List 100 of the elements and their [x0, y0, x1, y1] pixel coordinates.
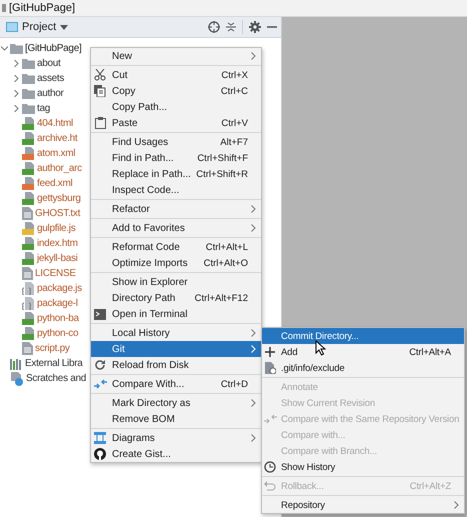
- tree-item[interactable]: about: [37, 58, 61, 69]
- scissors-icon: [94, 69, 106, 81]
- menu-item[interactable]: Mark Directory as: [91, 395, 261, 411]
- tree-item[interactable]: package-l: [37, 298, 78, 309]
- menu-item[interactable]: Show History: [262, 459, 464, 475]
- undo-arrow-icon: [264, 480, 276, 492]
- tree-item[interactable]: index.htm: [37, 238, 78, 249]
- tree-item[interactable]: author_arc: [37, 163, 82, 174]
- tree-item[interactable]: atom.xml: [37, 148, 76, 159]
- shortcut-text: Ctrl+Alt+O: [204, 258, 248, 268]
- menu-item[interactable]: Find Usages Alt+F7: [91, 134, 261, 150]
- html-file-icon: [22, 327, 35, 340]
- tree-item[interactable]: assets: [37, 73, 64, 84]
- tree-item[interactable]: jekyll-basi: [37, 253, 78, 264]
- html-file-icon: [22, 132, 35, 145]
- scratches-icon: [10, 372, 24, 386]
- shortcut-text: Ctrl+D: [220, 378, 248, 390]
- tree-item[interactable]: gettysburg: [37, 193, 81, 204]
- terminal-icon: [94, 308, 106, 320]
- menu-item[interactable]: Open in Terminal: [91, 306, 261, 322]
- tree-item[interactable]: archive.ht: [37, 133, 78, 144]
- menu-item[interactable]: Commit Directory...: [262, 328, 464, 344]
- window-icon: [2, 4, 6, 12]
- menu-item[interactable]: Inspect Code...: [91, 182, 261, 198]
- tree-item[interactable]: [GitHubPage]: [25, 43, 82, 54]
- tree-item[interactable]: author: [37, 88, 64, 99]
- xml-file-icon: [22, 177, 35, 190]
- js-file-icon: [22, 222, 35, 235]
- copy-icon: [94, 85, 106, 97]
- html-file-icon: [22, 117, 35, 130]
- text-file-icon: [22, 342, 33, 355]
- menu-item[interactable]: Repository: [262, 497, 464, 513]
- shortcut-text: Alt+F7: [220, 136, 248, 148]
- mouse-cursor-icon: [315, 340, 326, 356]
- menu-item[interactable]: Reformat Code Ctrl+Alt+L: [91, 239, 261, 255]
- tree-item[interactable]: feed.xml: [37, 178, 72, 189]
- menu-item[interactable]: .git/info/exclude: [262, 360, 464, 376]
- window-title: [GitHubPage]: [9, 2, 76, 14]
- html-file-icon: [22, 252, 35, 265]
- xml-file-icon: [22, 147, 35, 160]
- settings-icon: [249, 21, 261, 33]
- folder-icon: [22, 103, 35, 114]
- menu-item[interactable]: Optimize Imports Ctrl+Alt+O: [91, 255, 261, 271]
- menu-item[interactable]: New: [91, 48, 261, 64]
- shortcut-text: Ctrl+Alt+Z: [410, 480, 451, 492]
- folder-icon: [22, 58, 35, 69]
- menu-item[interactable]: Compare With... Ctrl+D: [91, 376, 261, 392]
- menu-item[interactable]: Local History: [91, 325, 261, 341]
- menu-item[interactable]: Create Gist...: [91, 446, 261, 462]
- menu-item[interactable]: Refactor: [91, 201, 261, 217]
- clipboard-icon: [94, 117, 106, 129]
- menu-item[interactable]: Copy Path...: [91, 99, 261, 115]
- shortcut-text: Ctrl+Shift+R: [196, 168, 248, 180]
- folder-icon: [22, 88, 35, 99]
- tree-item[interactable]: 404.html: [37, 118, 73, 129]
- tree-item[interactable]: External Libra: [25, 358, 82, 369]
- project-view-dropdown[interactable]: Project: [4, 21, 70, 33]
- menu-item[interactable]: Replace in Path... Ctrl+Shift+R: [91, 166, 261, 182]
- html-file-icon: [22, 192, 35, 205]
- tree-item[interactable]: script.py: [35, 343, 70, 354]
- round-logo-icon: [94, 448, 106, 460]
- json-file-icon: [22, 282, 35, 295]
- menu-item[interactable]: Add to Favorites: [91, 220, 261, 236]
- menu-item[interactable]: Add Ctrl+Alt+A: [262, 344, 464, 360]
- tree-item[interactable]: LICENSE: [35, 268, 76, 279]
- menu-item[interactable]: Remove BOM: [91, 411, 261, 427]
- html-file-icon: [22, 237, 35, 250]
- menu-item[interactable]: Diagrams: [91, 430, 261, 446]
- tree-item[interactable]: Scratches and: [26, 373, 86, 384]
- folder-icon: [10, 43, 23, 54]
- json-file-icon: [22, 297, 35, 310]
- menu-item[interactable]: Show in Explorer: [91, 274, 261, 290]
- menu-item[interactable]: Cut Ctrl+X: [91, 67, 261, 83]
- tree-item[interactable]: tag: [37, 103, 50, 114]
- library-icon: [10, 358, 23, 370]
- tree-item[interactable]: package.js: [37, 283, 82, 294]
- tree-item[interactable]: python-ba: [37, 313, 79, 324]
- folder-icon: [22, 73, 35, 84]
- tree-item[interactable]: gulpfile.js: [37, 223, 76, 234]
- plus-icon: [265, 347, 275, 357]
- locate-icon: [208, 21, 220, 33]
- compare-arrows-icon: [94, 378, 106, 390]
- shortcut-text: Ctrl+C: [220, 86, 248, 96]
- shortcut-text: Ctrl+Alt+L: [206, 242, 248, 252]
- shortcut-text: Ctrl+Alt+A: [409, 346, 451, 358]
- html-file-icon: [22, 162, 35, 175]
- text-file-icon: [22, 207, 33, 220]
- menu-item[interactable]: Git: [91, 341, 261, 357]
- panel-icon: [6, 22, 18, 32]
- menu-item[interactable]: Paste Ctrl+V: [91, 115, 261, 131]
- tree-item[interactable]: GHOST.txt: [35, 208, 80, 219]
- menu-item[interactable]: Find in Path... Ctrl+Shift+F: [91, 150, 261, 166]
- tree-item[interactable]: python-co: [37, 328, 78, 339]
- shortcut-text: Ctrl+X: [221, 70, 248, 80]
- menu-item[interactable]: Copy Ctrl+C: [91, 83, 261, 99]
- text-file-icon: [22, 267, 33, 280]
- menu-item[interactable]: Directory Path Ctrl+Alt+F12: [91, 290, 261, 306]
- shortcut-text: Ctrl+Shift+F: [197, 152, 248, 164]
- menu-item[interactable]: Reload from Disk: [91, 357, 261, 373]
- html-file-icon: [22, 312, 35, 325]
